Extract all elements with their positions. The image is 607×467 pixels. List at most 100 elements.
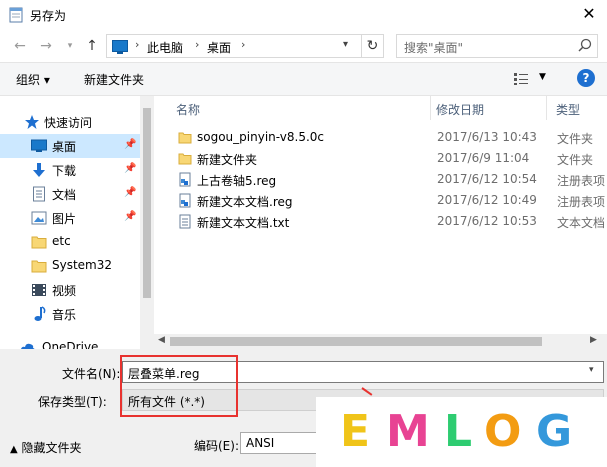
nav-item-system32[interactable]: System32 bbox=[0, 254, 140, 278]
column-header-name[interactable]: 名称 bbox=[176, 101, 200, 118]
scroll-left-icon[interactable]: ◀ bbox=[158, 335, 165, 345]
text-file-icon bbox=[179, 214, 191, 229]
nav-item-label: 文档 bbox=[52, 188, 77, 202]
picture-icon bbox=[31, 211, 47, 225]
file-row[interactable]: 新建文本文档.txt 2017/6/12 10:53 文本文档 bbox=[170, 211, 607, 232]
up-arrow-icon[interactable]: ↑ bbox=[82, 36, 102, 56]
file-name: 上古卷轴5.reg bbox=[197, 174, 277, 188]
nav-item-etc[interactable]: etc bbox=[0, 230, 140, 254]
registry-file-icon bbox=[179, 172, 191, 187]
column-divider[interactable] bbox=[430, 96, 431, 120]
pin-icon[interactable]: 📌 bbox=[124, 139, 136, 150]
breadcrumb-separator: › bbox=[241, 38, 246, 51]
scrollbar-thumb[interactable] bbox=[170, 337, 542, 346]
notepad-icon bbox=[9, 7, 23, 23]
file-modified: 2017/6/12 10:54 bbox=[437, 172, 537, 186]
document-icon bbox=[33, 186, 45, 202]
address-bar[interactable]: › 此电脑 › 桌面 › ▾ bbox=[106, 34, 362, 58]
file-row[interactable]: 新建文本文档.reg 2017/6/12 10:49 注册表项 bbox=[170, 190, 607, 211]
file-type: 注册表项 bbox=[557, 174, 606, 188]
organize-button[interactable]: 组织 ▾ bbox=[16, 71, 50, 88]
command-bar: 组织 ▾ 新建文件夹 ▼ ? bbox=[0, 62, 607, 96]
forward-arrow-icon[interactable]: → bbox=[36, 36, 56, 56]
nav-item-label: 桌面 bbox=[52, 140, 77, 154]
close-button[interactable]: ✕ bbox=[571, 0, 607, 30]
savetype-label: 保存类型(T): bbox=[38, 395, 107, 409]
back-arrow-icon[interactable]: ← bbox=[10, 36, 30, 56]
nav-item-label: 图片 bbox=[52, 212, 77, 226]
scroll-right-icon[interactable]: ▶ bbox=[590, 335, 597, 345]
breadcrumb-separator: › bbox=[195, 38, 200, 51]
search-icon[interactable] bbox=[577, 38, 593, 54]
navigation-bar: ← → ▾ ↑ › 此电脑 › 桌面 › ▾ ↻ 搜索"桌面" bbox=[0, 30, 607, 62]
breadcrumb-this-pc[interactable]: 此电脑 bbox=[147, 39, 183, 56]
nav-item-label: OneDrive bbox=[42, 340, 99, 349]
navigation-pane: 快速访问 桌面 📌 下载 📌 文档 📌 图片 📌 etc System32 视频… bbox=[0, 96, 140, 349]
encoding-label: 编码(E): bbox=[194, 439, 239, 453]
file-row[interactable]: 上古卷轴5.reg 2017/6/12 10:54 注册表项 bbox=[170, 169, 607, 190]
folder-icon bbox=[31, 260, 47, 273]
view-options-chevron-icon[interactable]: ▼ bbox=[539, 72, 546, 82]
column-header-modified[interactable]: 修改日期 bbox=[436, 101, 484, 118]
hide-folders-toggle[interactable]: ▲ 隐藏文件夹 bbox=[10, 439, 82, 456]
file-name: 新建文件夹 bbox=[197, 153, 258, 167]
highlight-box bbox=[120, 355, 238, 417]
file-type: 注册表项 bbox=[557, 195, 606, 209]
nav-item-documents[interactable]: 文档 📌 bbox=[0, 182, 140, 206]
nav-item-videos[interactable]: 视频 bbox=[0, 278, 140, 302]
nav-item-pictures[interactable]: 图片 📌 bbox=[0, 206, 140, 230]
pin-icon[interactable]: 📌 bbox=[124, 163, 136, 174]
hide-folders-label: 隐藏文件夹 bbox=[21, 441, 82, 455]
address-dropdown-icon[interactable]: ▾ bbox=[343, 39, 348, 50]
folder-icon bbox=[178, 153, 192, 165]
file-row[interactable]: sogou_pinyin-v8.5.0c 2017/6/13 10:43 文件夹 bbox=[170, 127, 607, 148]
logo-letter: E bbox=[340, 406, 371, 457]
new-folder-button[interactable]: 新建文件夹 bbox=[84, 71, 144, 88]
music-icon bbox=[34, 306, 46, 321]
pin-icon[interactable]: 📌 bbox=[124, 211, 136, 222]
column-header-type[interactable]: 类型 bbox=[556, 101, 580, 118]
file-row[interactable]: 新建文件夹 2017/6/9 11:04 文件夹 bbox=[170, 148, 607, 169]
search-box[interactable]: 搜索"桌面" bbox=[396, 34, 598, 58]
nav-item-label: System32 bbox=[52, 258, 113, 272]
scrollbar-thumb[interactable] bbox=[143, 108, 151, 298]
logo-letter: G bbox=[536, 406, 573, 457]
column-divider[interactable] bbox=[546, 96, 547, 120]
file-modified: 2017/6/12 10:49 bbox=[437, 193, 537, 207]
refresh-icon[interactable]: ↻ bbox=[362, 34, 384, 58]
filename-label: 文件名(N): bbox=[62, 367, 121, 381]
file-type: 文件夹 bbox=[557, 132, 594, 146]
file-list: 名称 ^ 修改日期 类型 sogou_pinyin-v8.5.0c 2017/6… bbox=[154, 96, 607, 349]
file-name: 新建文本文档.txt bbox=[197, 216, 290, 230]
chevron-up-icon: ▲ bbox=[10, 444, 18, 455]
sort-ascending-icon: ^ bbox=[296, 96, 304, 103]
breadcrumb-desktop[interactable]: 桌面 bbox=[207, 39, 231, 56]
title-bar: 另存为 ✕ bbox=[0, 0, 607, 30]
help-icon[interactable]: ? bbox=[577, 69, 595, 87]
file-name: 新建文本文档.reg bbox=[197, 195, 293, 209]
nav-item-label: 音乐 bbox=[52, 308, 77, 322]
file-type: 文本文档 bbox=[557, 216, 606, 230]
nav-item-desktop[interactable]: 桌面 📌 bbox=[0, 134, 140, 158]
nav-item-label: 快速访问 bbox=[44, 116, 93, 130]
nav-item-onedrive[interactable]: OneDrive bbox=[0, 336, 140, 349]
download-icon bbox=[33, 163, 45, 177]
view-options-icon[interactable] bbox=[513, 72, 529, 86]
file-modified: 2017/6/9 11:04 bbox=[437, 151, 530, 165]
nav-item-label: 下载 bbox=[52, 164, 77, 178]
folder-icon bbox=[178, 132, 192, 144]
search-placeholder: 搜索"桌面" bbox=[404, 41, 464, 55]
file-modified: 2017/6/13 10:43 bbox=[437, 130, 537, 144]
file-list-horizontal-scrollbar[interactable]: ◀ ▶ bbox=[154, 334, 607, 349]
nav-pane-scrollbar[interactable] bbox=[140, 96, 154, 349]
folder-icon bbox=[31, 236, 47, 249]
nav-item-music[interactable]: 音乐 bbox=[0, 302, 140, 326]
pin-icon[interactable]: 📌 bbox=[124, 187, 136, 198]
nav-item-downloads[interactable]: 下载 📌 bbox=[0, 158, 140, 182]
nav-item-quick-access[interactable]: 快速访问 bbox=[0, 110, 140, 134]
recent-locations-chevron-icon[interactable]: ▾ bbox=[60, 36, 80, 56]
logo-letter: M bbox=[386, 406, 430, 457]
this-pc-icon bbox=[112, 40, 128, 54]
star-icon bbox=[25, 115, 39, 129]
filename-dropdown-icon[interactable]: ▾ bbox=[589, 365, 594, 375]
